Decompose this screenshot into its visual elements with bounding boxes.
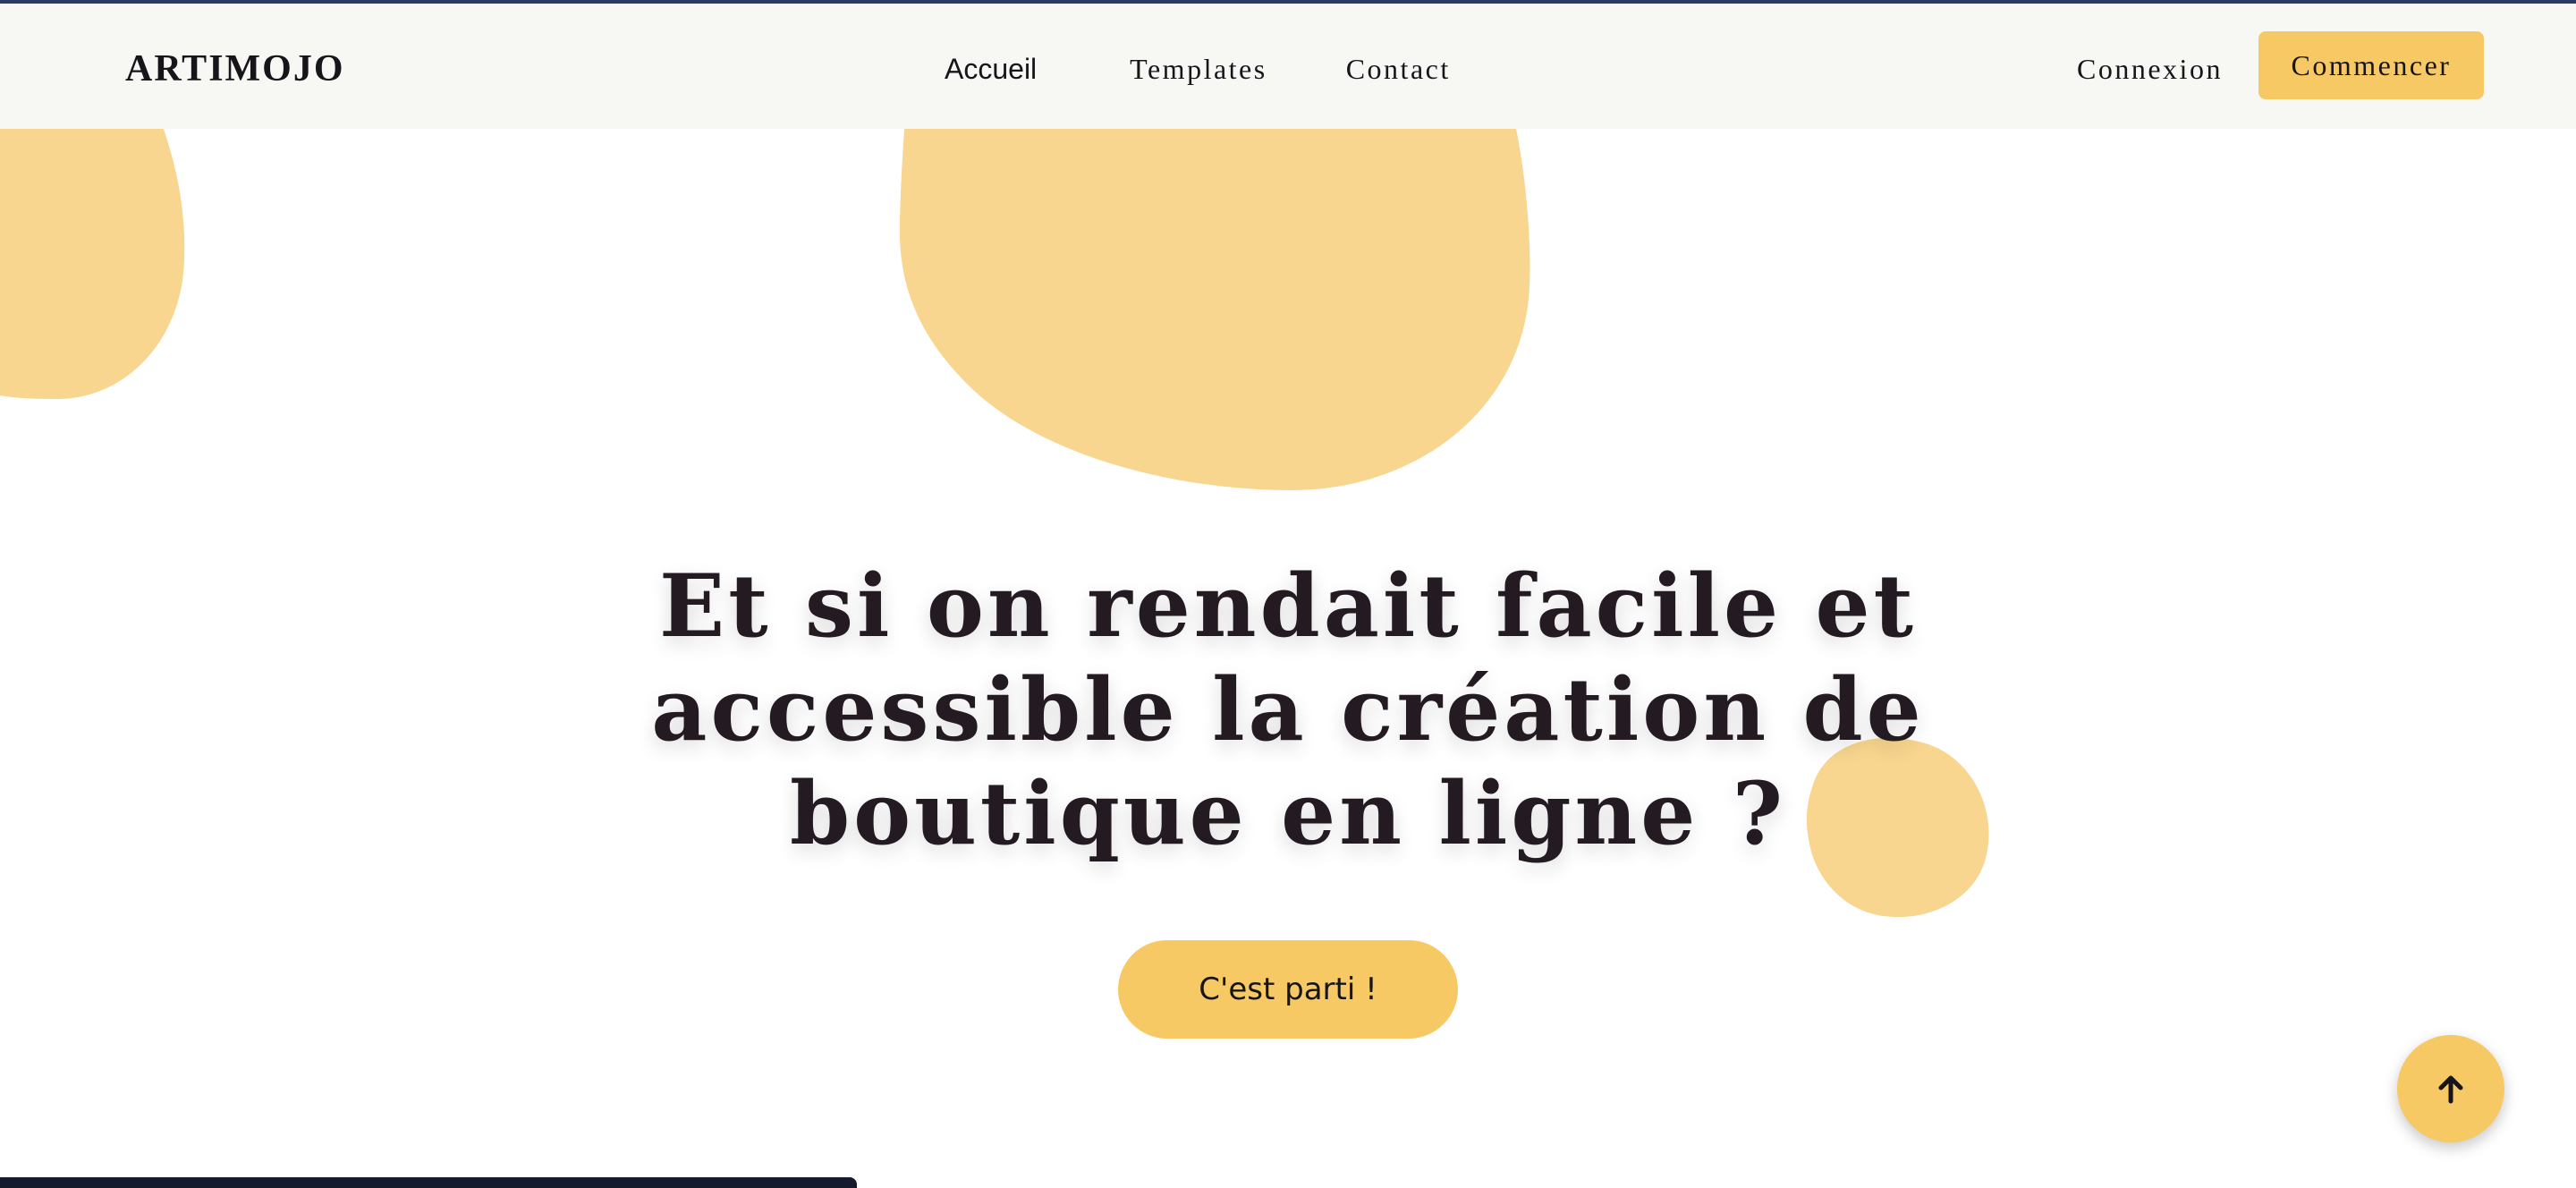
decorative-blob-left <box>0 116 185 400</box>
main-nav: Accueil Templates Contact <box>945 47 1451 91</box>
nav-link-accueil[interactable]: Accueil <box>945 47 1037 91</box>
hero-title: Et si on rendait facile et accessible la… <box>651 556 1925 864</box>
arrow-up-icon <box>2438 1075 2463 1104</box>
nav-link-contact[interactable]: Contact <box>1346 47 1451 91</box>
cta-button[interactable]: C'est parti ! <box>1118 940 1458 1039</box>
nav-link-templates[interactable]: Templates <box>1130 47 1267 91</box>
navbar: ARTIMOJO Accueil Templates Contact Conne… <box>0 4 2576 129</box>
bottom-panel-edge <box>0 1177 857 1188</box>
scroll-top-button[interactable] <box>2397 1035 2504 1142</box>
login-link[interactable]: Connexion <box>2077 47 2223 91</box>
decorative-blob-top <box>899 116 1530 490</box>
start-button[interactable]: Commencer <box>2258 31 2484 99</box>
brand-logo[interactable]: ARTIMOJO <box>125 45 345 93</box>
